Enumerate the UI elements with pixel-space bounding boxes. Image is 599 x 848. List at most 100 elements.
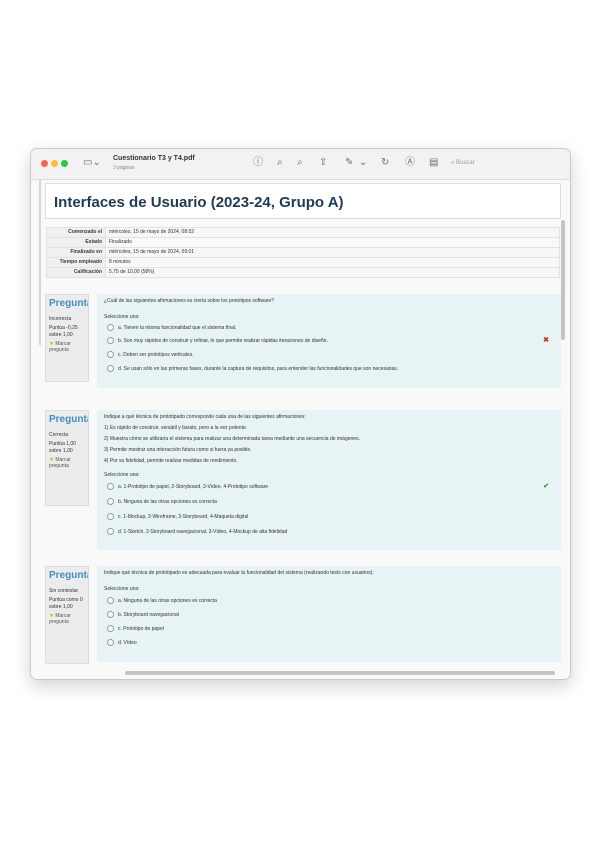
flag-question-link[interactable]: ▼ Marcar pregunta	[46, 612, 88, 626]
select-one-label: Seleccione una:	[104, 586, 140, 592]
question-status: Correcta	[49, 432, 69, 438]
summary-row: Tiempo empleado 8 minutos	[46, 257, 560, 268]
option-label: b. Storyboard navegacional	[118, 611, 179, 618]
search-placeholder: Buscar	[456, 160, 475, 166]
flag-question-link[interactable]: ▼ Marcar pregunta	[46, 340, 88, 354]
summary-key: Tiempo empleado	[46, 257, 106, 268]
question-score: Puntúa -0,25 sobre 1,00	[49, 325, 78, 338]
select-one-label: Seleccione una:	[104, 314, 140, 320]
form-fill-icon[interactable]: ▤	[429, 156, 438, 170]
question-number: Pregunta 3	[49, 570, 88, 581]
select-one-label: Seleccione una:	[104, 472, 140, 478]
question-text: ¿Cuál de las siguientes afirmaciones es …	[104, 298, 275, 304]
page-header: Interfaces de Usuario (2023-24, Grupo A)	[45, 183, 561, 219]
question-text: 2) Muestra cómo se utilizaría el sistema…	[104, 436, 360, 442]
option-label: d. Se usan sólo en las primeras fases, d…	[118, 365, 399, 372]
question-2-info: Pregunta 2 Correcta Puntúa 1,00 sobre 1,…	[45, 410, 89, 506]
incorrect-icon: ✖	[543, 337, 549, 344]
answer-option[interactable]: d. Se usan sólo en las primeras fases, d…	[107, 365, 398, 372]
radio-icon	[107, 337, 114, 344]
summary-key: Finalizado en	[46, 247, 106, 258]
zoom-window-button[interactable]	[61, 160, 68, 167]
zoom-in-icon[interactable]: ⌕	[297, 156, 303, 170]
radio-icon	[107, 351, 114, 358]
answer-option[interactable]: a. Ninguna de las otras opciones es corr…	[107, 597, 217, 604]
option-label: c. 1-Mockup, 2-Wireframe, 3-Storyboard, …	[118, 513, 249, 520]
pdf-viewer-window: ▭⌄ Cuestionario T3 y T4.pdf 3 páginas ⓘ …	[30, 148, 571, 680]
correct-icon: ✔	[543, 483, 549, 490]
titlebar: ▭⌄ Cuestionario T3 y T4.pdf 3 páginas ⓘ …	[31, 149, 570, 180]
option-label: b. Son muy rápidos de construir y refina…	[118, 337, 328, 344]
option-label: a. Ninguna de las otras opciones es corr…	[118, 597, 217, 604]
rotate-icon[interactable]: ↻	[381, 156, 389, 170]
answer-option[interactable]: a. 1-Prototipo de papel, 2-Storyboard, 3…	[107, 483, 268, 490]
flag-question-link[interactable]: ▼ Marcar pregunta	[46, 456, 88, 470]
question-status: Sin contestar	[49, 588, 79, 594]
page-title: Interfaces de Usuario (2023-24, Grupo A)	[54, 194, 344, 211]
answer-option[interactable]: a. Tienen la misma funcionalidad que el …	[107, 324, 236, 331]
answer-option[interactable]: c. Prototipo de papel	[107, 625, 164, 632]
radio-icon	[107, 528, 114, 535]
info-icon[interactable]: ⓘ	[253, 156, 263, 170]
radio-icon	[107, 611, 114, 618]
search-icon: ⌕	[451, 160, 455, 166]
summary-row: Calificación 5,75 de 10,00 (58%)	[46, 267, 560, 278]
question-text: 3) Permite mostrar una interacción futur…	[104, 447, 252, 453]
answer-option[interactable]: b. Ninguna de las otras opciones es corr…	[107, 498, 217, 505]
search-input[interactable]: ⌕ Buscar	[451, 157, 531, 170]
answer-option[interactable]: b. Storyboard navegacional	[107, 611, 179, 618]
radio-icon	[107, 483, 114, 490]
option-label: d. Vídeo	[118, 639, 137, 646]
horizontal-scrollbar[interactable]	[125, 671, 555, 675]
markup-pen-icon[interactable]: ✎	[345, 156, 353, 170]
option-label: b. Ninguna de las otras opciones es corr…	[118, 498, 217, 505]
attempt-summary-table: Comenzado el miércoles, 15 de mayo de 202…	[46, 227, 560, 278]
question-number: Pregunta 2	[49, 414, 88, 425]
option-label: a. Tienen la misma funcionalidad que el …	[118, 324, 237, 331]
option-label: a. 1-Prototipo de papel, 2-Storyboard, 3…	[118, 483, 269, 490]
radio-icon	[107, 625, 114, 632]
question-number: Pregunta 1	[49, 298, 88, 309]
minimize-window-button[interactable]	[51, 160, 58, 167]
question-2-box: Indique a qué técnica de prototipado cor…	[97, 410, 561, 550]
document-page: Interfaces de Usuario (2023-24, Grupo A)…	[31, 180, 570, 679]
vertical-scrollbar[interactable]	[561, 220, 565, 340]
question-3-box: Indique qué técnica de prototipado es ad…	[97, 566, 561, 662]
document-title: Cuestionario T3 y T4.pdf	[113, 155, 195, 162]
option-label: c. Deben ser prototipos verticales.	[118, 351, 194, 358]
answer-option[interactable]: d. 1-Sketch, 2-Storyboard navegacional, …	[107, 528, 287, 535]
annotate-icon[interactable]: Ⓐ	[405, 156, 415, 170]
summary-value: miércoles, 15 de mayo de 2024, 09:01	[105, 247, 560, 258]
summary-value: Finalizado	[105, 237, 560, 248]
summary-value: 8 minutos	[105, 257, 560, 268]
answer-option[interactable]: c. 1-Mockup, 2-Wireframe, 3-Storyboard, …	[107, 513, 248, 520]
radio-icon	[107, 498, 114, 505]
question-text: Indique a qué técnica de prototipado cor…	[104, 414, 306, 420]
question-text: Indique qué técnica de prototipado es ad…	[104, 570, 374, 576]
close-window-button[interactable]	[41, 160, 48, 167]
question-1-info: Pregunta 1 Incorrecta Puntúa -0,25 sobre…	[45, 294, 89, 382]
question-score: Puntúa 1,00 sobre 1,00	[49, 441, 76, 454]
question-3-info: Pregunta 3 Sin contestar Puntúa como 0 s…	[45, 566, 89, 664]
answer-option[interactable]: c. Deben ser prototipos verticales.	[107, 351, 194, 358]
document-page-count: 3 páginas	[113, 165, 135, 171]
share-icon[interactable]: ⇪	[319, 156, 327, 170]
sidebar-toggle-icon[interactable]: ▭⌄	[83, 156, 101, 170]
option-label: d. 1-Sketch, 2-Storyboard navegacional, …	[118, 528, 288, 535]
zoom-out-icon[interactable]: ⌕	[277, 156, 283, 170]
question-text: 4) Por su fidelidad, permite realizar me…	[104, 458, 238, 464]
summary-value: miércoles, 15 de mayo de 2024, 08:52	[105, 227, 560, 238]
radio-icon	[107, 513, 114, 520]
question-text: 1) Es rápido de construir, versátil y ba…	[104, 425, 248, 431]
summary-key: Comenzado el	[46, 227, 106, 238]
chevron-down-icon[interactable]: ⌄	[359, 156, 367, 170]
option-label: c. Prototipo de papel	[118, 625, 164, 632]
answer-option[interactable]: d. Vídeo	[107, 639, 137, 646]
radio-icon	[107, 597, 114, 604]
summary-key: Calificación	[46, 267, 106, 278]
summary-row: Estado Finalizado	[46, 237, 560, 248]
question-1-box: ¿Cuál de las siguientes afirmaciones es …	[97, 294, 561, 388]
answer-option[interactable]: b. Son muy rápidos de construir y refina…	[107, 337, 328, 344]
summary-key: Estado	[46, 237, 106, 248]
summary-row: Finalizado en miércoles, 15 de mayo de 20…	[46, 247, 560, 258]
